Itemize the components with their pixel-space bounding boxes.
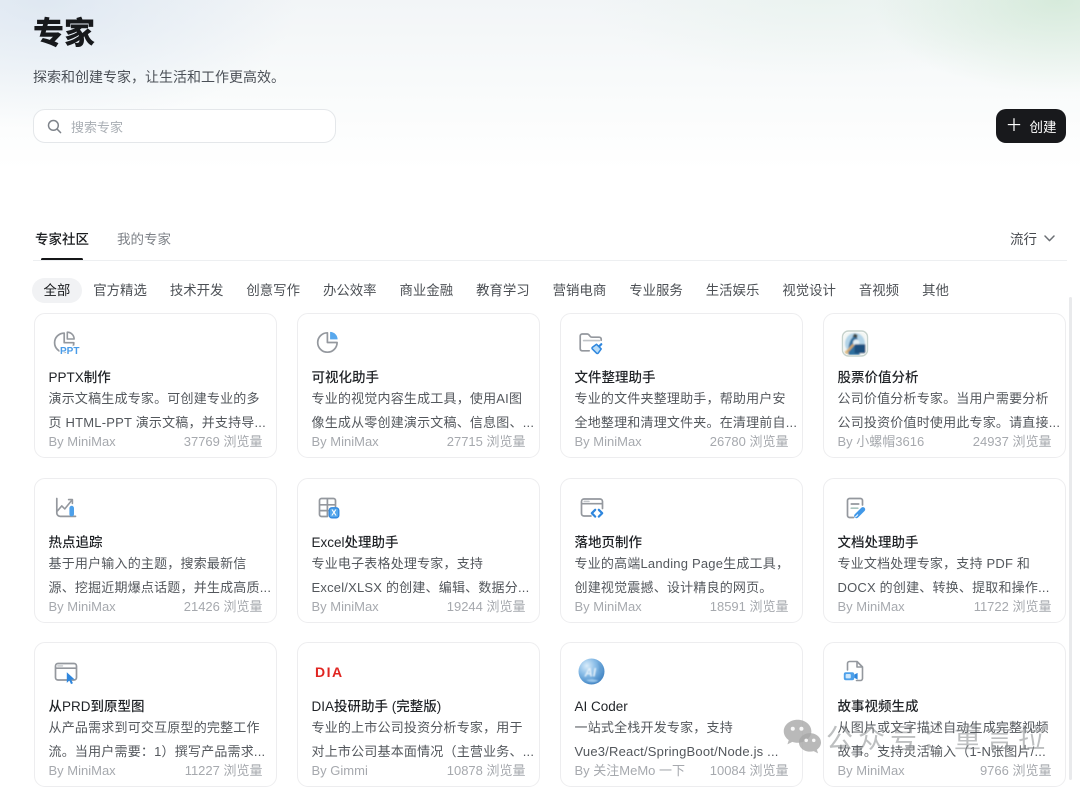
svg-text:AI: AI xyxy=(584,668,597,680)
svg-text:X: X xyxy=(331,508,337,517)
svg-text:PPT: PPT xyxy=(60,346,79,357)
